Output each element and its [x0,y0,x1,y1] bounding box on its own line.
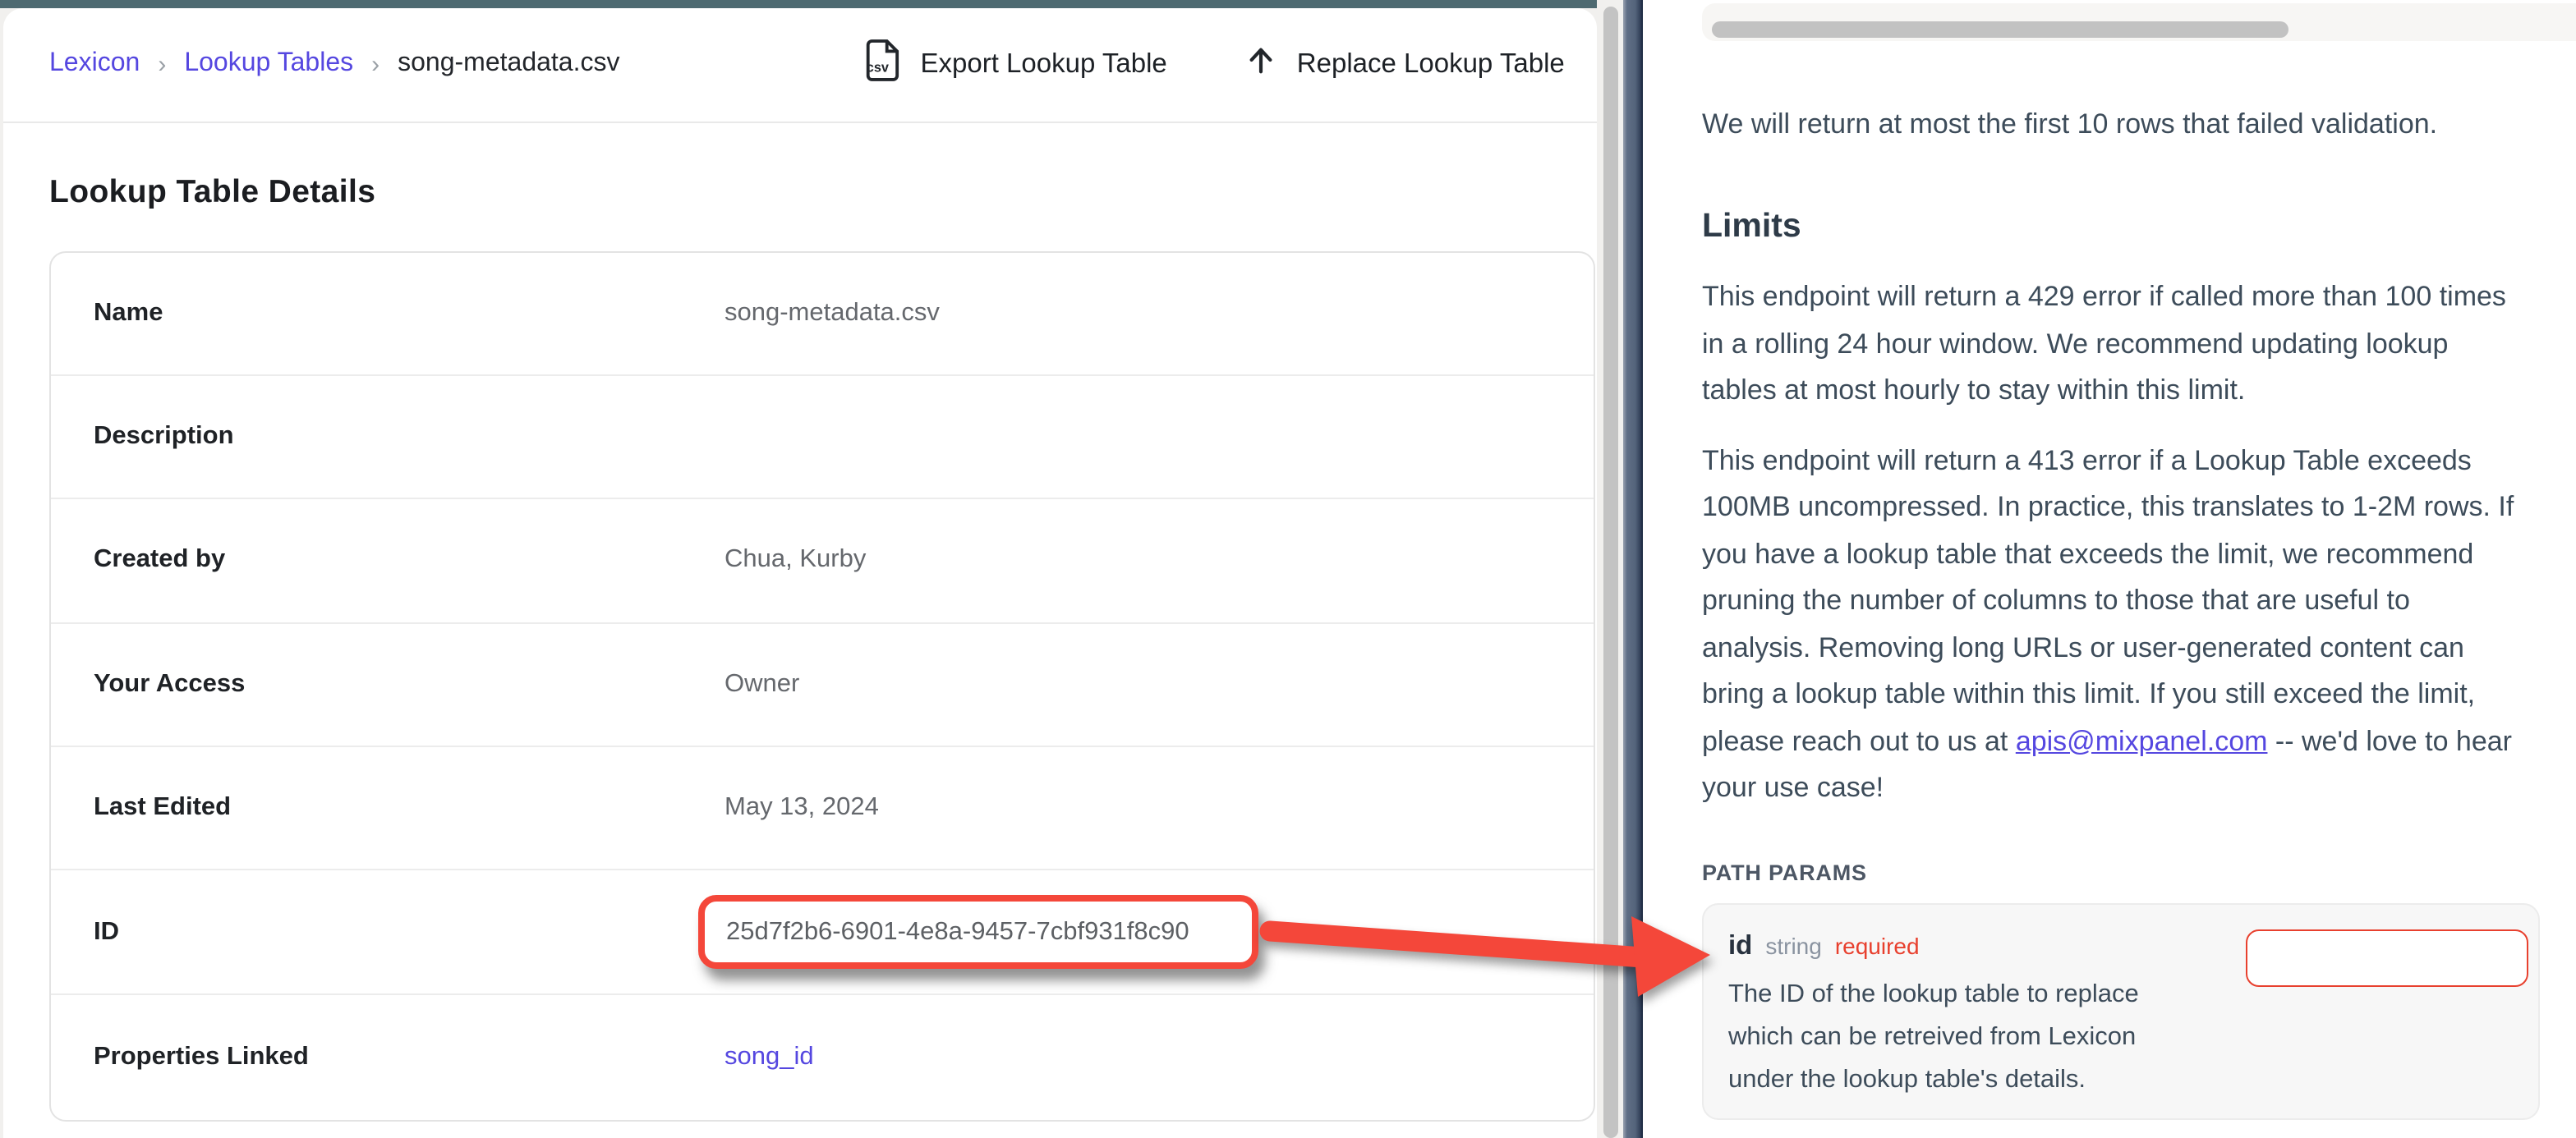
svg-text:csv: csv [867,60,889,75]
limits-paragraph-2: This endpoint will return a 413 error if… [1702,438,2518,812]
row-value: 25d7f2b6-6901-4e8a-9457-7cbf931f8c90 [724,895,1285,969]
linked-property-song-id[interactable]: song_id [724,1042,814,1071]
table-row-last-edited: Last Edited May 13, 2024 [51,747,1594,871]
apis-mixpanel-email-link[interactable]: apis@mixpanel.com [2016,725,2268,756]
lookup-table-details-card: Name song-metadata.csv Description Creat… [49,250,1595,1121]
breadcrumb-lexicon[interactable]: Lexicon [49,49,140,79]
row-value: Chua, Kurby [724,546,866,576]
window-divider [1623,0,1643,1138]
export-lookup-table-button[interactable]: csv Export Lookup Table [863,38,1167,90]
up-arrow-icon [1246,44,1277,84]
row-label: Created by [94,546,724,576]
lexicon-panel: Lexicon › Lookup Tables › song-metadata.… [3,7,1597,1138]
limits-paragraph-1: This endpoint will return a 429 error if… [1702,274,2518,415]
breadcrumb-separator-icon: › [371,50,380,78]
table-row-description: Description [51,376,1594,500]
docs-content: We will return at most the first 10 rows… [1702,0,2523,1119]
replace-button-label: Replace Lookup Table [1297,48,1565,80]
left-panel-scrollbar-thumb[interactable] [1603,7,1617,1138]
lexicon-header: Lexicon › Lookup Tables › song-metadata.… [3,7,1597,122]
limits-heading: Limits [1702,207,2523,246]
row-value: song-metadata.csv [724,298,940,328]
table-row-your-access: Your Access Owner [51,623,1594,747]
path-params-section-label: PATH PARAMS [1702,860,2523,884]
replace-lookup-table-button[interactable]: Replace Lookup Table [1246,44,1565,84]
param-type: string [1765,932,1821,958]
row-label: Properties Linked [94,1042,724,1071]
row-label: ID [94,917,724,947]
breadcrumb-separator-icon: › [158,50,166,78]
id-value-highlight-annotation: 25d7f2b6-6901-4e8a-9457-7cbf931f8c90 [698,895,1258,969]
screenshot-stage: Lexicon › Lookup Tables › song-metadata.… [0,0,2576,1138]
id-param-input[interactable] [2246,929,2528,986]
breadcrumb-lookup-tables[interactable]: Lookup Tables [184,49,353,79]
csv-file-icon: csv [863,38,901,90]
docs-intro-text: We will return at most the first 10 rows… [1702,102,2523,148]
row-label: Last Edited [94,794,724,824]
param-name: id [1728,930,1752,961]
param-required-badge: required [1835,932,1920,958]
breadcrumb-current-file: song-metadata.csv [398,49,619,79]
table-row-properties-linked: Properties Linked song_id [51,995,1594,1119]
row-label: Description [94,422,724,452]
row-label: Name [94,298,724,328]
api-docs-panel: We will return at most the first 10 rows… [1643,0,2576,1138]
export-button-label: Export Lookup Table [921,48,1167,80]
path-param-card: id string required The ID of the lookup … [1702,902,2540,1119]
table-row-id: ID 25d7f2b6-6901-4e8a-9457-7cbf931f8c90 [51,871,1594,995]
row-label: Your Access [94,670,724,700]
row-value: Owner [724,670,799,700]
table-row-name: Name song-metadata.csv [51,252,1594,376]
page-title: Lookup Table Details [49,173,375,211]
breadcrumb: Lexicon › Lookup Tables › song-metadata.… [49,49,620,79]
table-row-created-by: Created by Chua, Kurby [51,500,1594,624]
limits-paragraph-2-text: This endpoint will return a 413 error if… [1702,444,2514,756]
row-value: May 13, 2024 [724,794,879,824]
param-description: The ID of the lookup table to replace wh… [1728,973,2208,1101]
